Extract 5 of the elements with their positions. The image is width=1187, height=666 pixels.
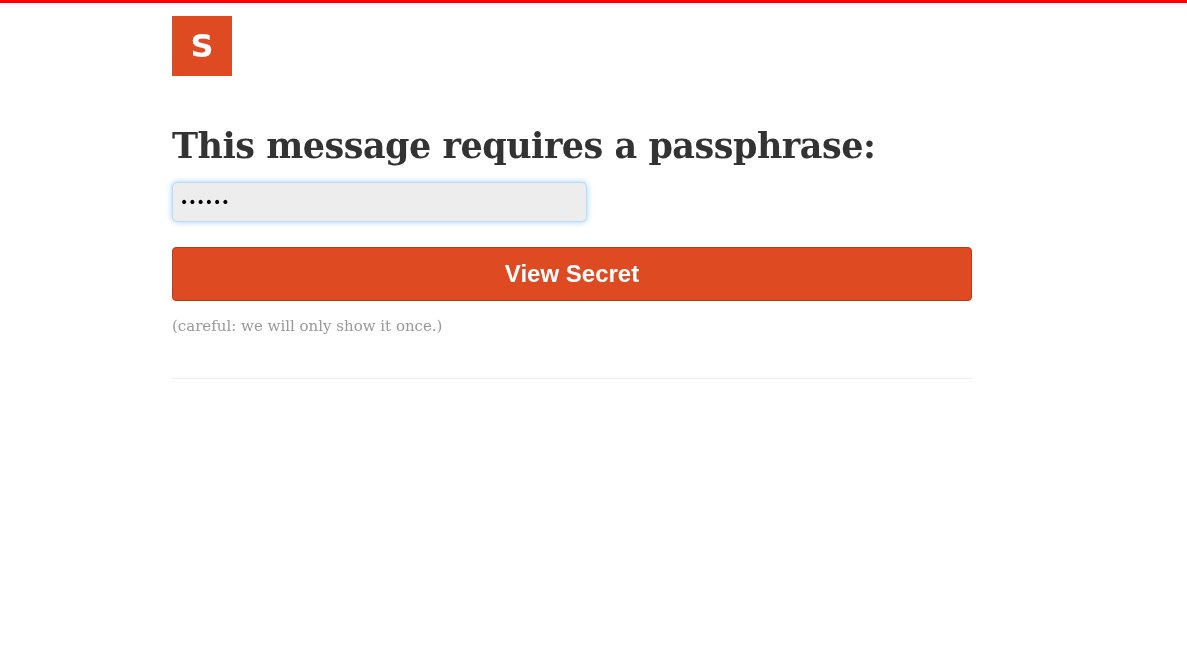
view-secret-button[interactable]: View Secret: [172, 247, 972, 301]
passphrase-field[interactable]: ••••••: [172, 182, 587, 222]
note-text: (careful: we will only show it once.): [172, 317, 443, 335]
heading: This message requires a passphrase:: [172, 124, 876, 168]
logo[interactable]: S: [172, 16, 232, 76]
